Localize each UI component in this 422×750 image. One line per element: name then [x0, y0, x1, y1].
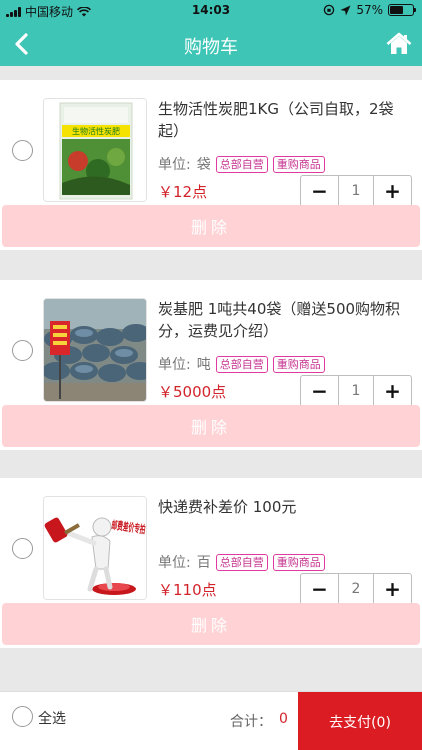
unit-label: 单位:	[158, 357, 191, 373]
product-image[interactable]: 邮费差价专拍	[43, 496, 147, 600]
status-bar: 中国移动 14:03 57%	[0, 0, 422, 22]
unit-value: 袋	[196, 157, 211, 173]
fertilizer-stack-image	[44, 299, 146, 401]
product-price: ￥5000点	[158, 383, 227, 401]
quantity-input[interactable]: 1	[338, 176, 374, 206]
cart-item: 邮费差价专拍 快递费补差价 100元 单位: 百 总部自营 重购商品 ￥110点…	[0, 478, 422, 648]
fertilizer-bag-image: 生物活性炭肥	[44, 99, 146, 201]
item-select-radio[interactable]	[12, 140, 33, 161]
product-name[interactable]: 快递费补差价 100元	[158, 496, 410, 518]
unit-label: 单位:	[158, 555, 191, 571]
quantity-input[interactable]: 1	[338, 376, 374, 406]
product-name[interactable]: 炭基肥 1吨共40袋（赠送500购物积分，运费见介绍）	[158, 298, 410, 342]
battery-icon	[388, 4, 416, 16]
product-price: ￥110点	[158, 581, 217, 599]
postage-stamp-image: 邮费差价专拍	[44, 497, 146, 599]
orientation-lock-icon	[324, 4, 335, 16]
decrease-button[interactable]: −	[301, 376, 338, 406]
decrease-button[interactable]: −	[301, 574, 338, 604]
cart-item: 炭基肥 1吨共40袋（赠送500购物积分，运费见介绍） 单位: 吨 总部自营 重…	[0, 280, 422, 450]
unit-row: 单位: 袋 总部自营 重购商品	[158, 154, 325, 174]
increase-button[interactable]: +	[374, 574, 411, 604]
page-title: 购物车	[184, 37, 238, 58]
increase-button[interactable]: +	[374, 376, 411, 406]
total-value: 0	[279, 711, 288, 727]
quantity-stepper: − 1 +	[300, 175, 412, 207]
location-icon	[340, 5, 351, 15]
select-all-radio[interactable]	[12, 706, 33, 727]
unit-row: 单位: 百 总部自营 重购商品	[158, 552, 325, 572]
delete-button[interactable]: 删除	[2, 205, 420, 247]
checkout-bar: 全选 合计： 0 去支付(0)	[0, 691, 422, 750]
tag-repurchase: 重购商品	[272, 355, 325, 373]
tag-self-run: 总部自营	[215, 355, 268, 373]
product-image[interactable]: 生物活性炭肥	[43, 98, 147, 202]
unit-value: 百	[196, 555, 211, 571]
tag-repurchase: 重购商品	[272, 553, 325, 571]
unit-label: 单位:	[158, 157, 191, 173]
item-select-radio[interactable]	[12, 340, 33, 361]
battery-percent: 57%	[356, 3, 383, 17]
unit-row: 单位: 吨 总部自营 重购商品	[158, 354, 325, 374]
tag-self-run: 总部自营	[215, 553, 268, 571]
cart-item: 生物活性炭肥 生物活性炭肥1KG（公司自取，2袋起） 单位: 袋 总部自营 重购…	[0, 80, 422, 250]
unit-value: 吨	[196, 357, 211, 373]
quantity-input[interactable]: 2	[338, 574, 374, 604]
decrease-button[interactable]: −	[301, 176, 338, 206]
product-image[interactable]	[43, 298, 147, 402]
product-price: ￥12点	[158, 183, 208, 201]
product-name[interactable]: 生物活性炭肥1KG（公司自取，2袋起）	[158, 98, 410, 142]
increase-button[interactable]: +	[374, 176, 411, 206]
total-label: 合计：	[230, 714, 272, 730]
bag-title-text: 生物活性炭肥	[72, 126, 120, 136]
pay-button[interactable]: 去支付(0)	[298, 692, 422, 750]
nav-bar: 购物车	[0, 22, 422, 66]
quantity-stepper: − 1 +	[300, 375, 412, 407]
delete-button[interactable]: 删除	[2, 405, 420, 447]
select-all-label[interactable]: 全选	[38, 708, 66, 728]
delete-button[interactable]: 删除	[2, 603, 420, 645]
home-icon[interactable]	[386, 31, 412, 57]
tag-repurchase: 重购商品	[272, 155, 325, 173]
tag-self-run: 总部自营	[215, 155, 268, 173]
quantity-stepper: − 2 +	[300, 573, 412, 605]
item-select-radio[interactable]	[12, 538, 33, 559]
